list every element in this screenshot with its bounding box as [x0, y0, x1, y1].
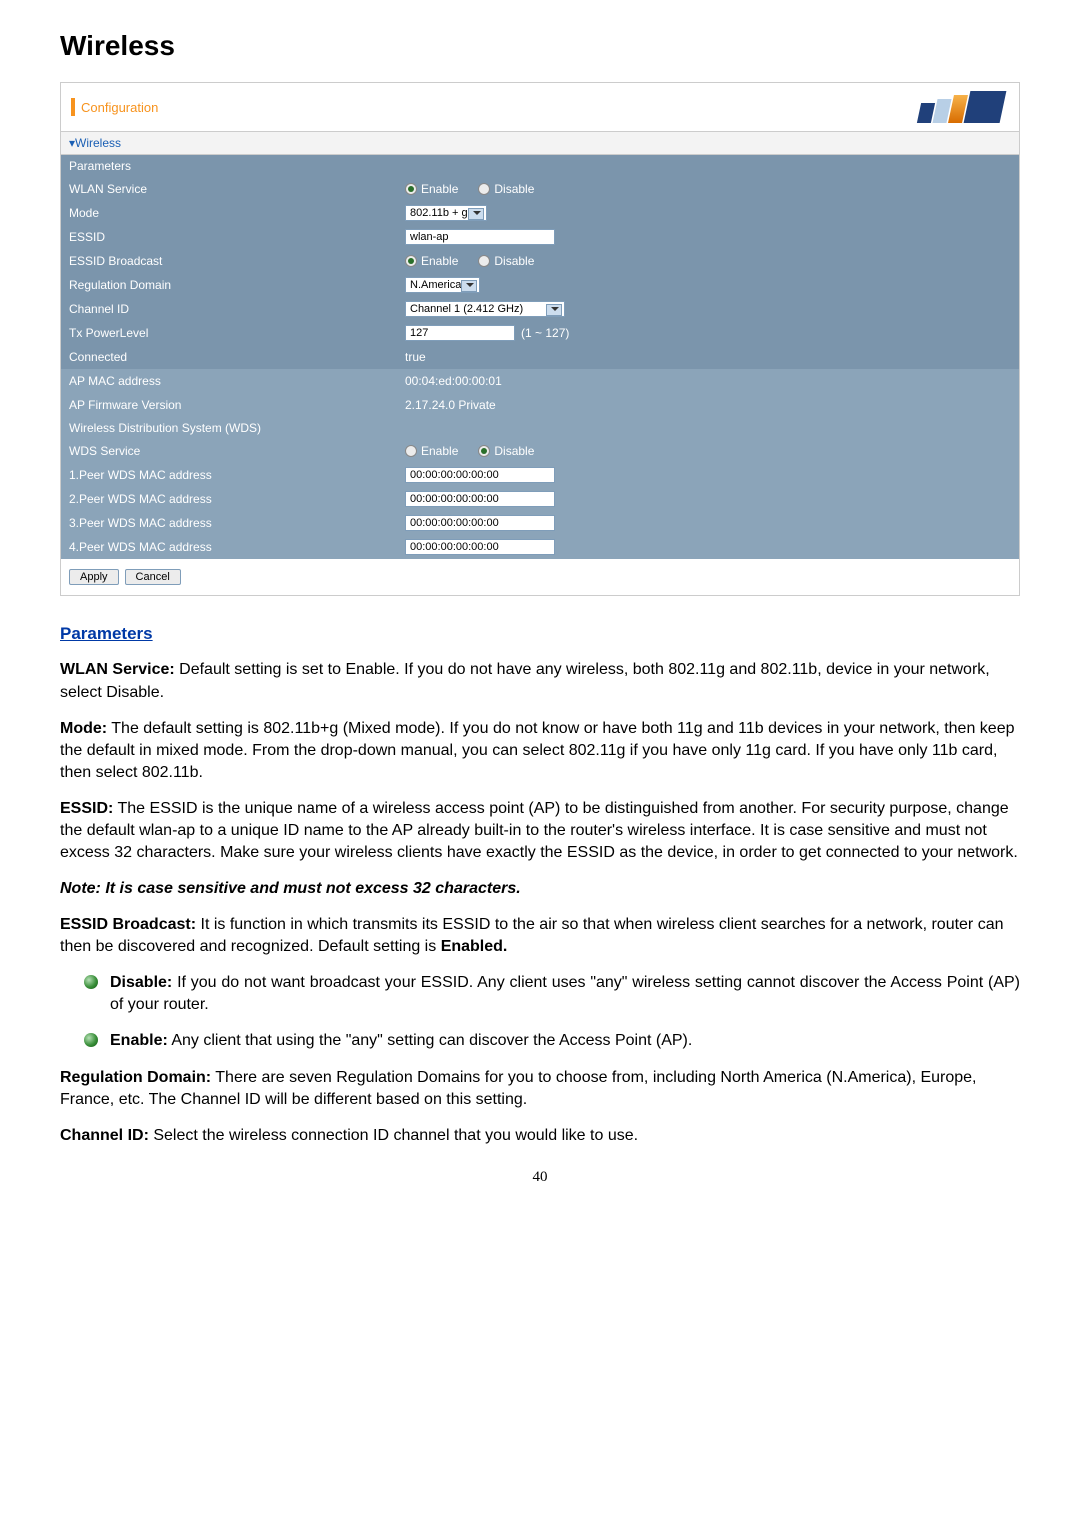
wds-peer1-input[interactable]: 00:00:00:00:00:00 [405, 467, 555, 483]
section-wireless[interactable]: ▾Wireless [61, 132, 1019, 155]
wds-enable[interactable]: Enable [405, 444, 458, 458]
wds-peer3-input[interactable]: 00:00:00:00:00:00 [405, 515, 555, 531]
row-wds-peer3: 3.Peer WDS MAC address 00:00:00:00:00:00 [61, 511, 1019, 535]
label-essid-broadcast: ESSID Broadcast [61, 249, 401, 273]
document-body: Parameters WLAN Service: Default setting… [60, 622, 1020, 1187]
label-essid: ESSID [61, 225, 401, 249]
note-case-sensitive: Note: It is case sensitive and must not … [60, 878, 1020, 900]
brand-logo-icon [919, 91, 1009, 123]
wds-disable[interactable]: Disable [478, 444, 534, 458]
mode-select[interactable]: 802.11b + g [405, 205, 487, 221]
radio-selected-icon [405, 183, 417, 195]
parameters-header: Parameters [61, 155, 1019, 177]
essid-input[interactable]: wlan-ap [405, 229, 555, 245]
reg-domain-select[interactable]: N.America [405, 277, 480, 293]
row-essid-broadcast: ESSID Broadcast Enable Disable [61, 249, 1019, 273]
row-wds-peer4: 4.Peer WDS MAC address 00:00:00:00:00:00 [61, 535, 1019, 559]
wds-peer4-input[interactable]: 00:00:00:00:00:00 [405, 539, 555, 555]
essid-bc-disable[interactable]: Disable [478, 254, 534, 268]
label-wds-peer2: 2.Peer WDS MAC address [61, 487, 401, 511]
para-mode: Mode: The default setting is 802.11b+g (… [60, 718, 1020, 784]
wlan-service-enable[interactable]: Enable [405, 182, 458, 196]
label-mode: Mode [61, 201, 401, 225]
page-number: 40 [60, 1167, 1020, 1188]
label-tx-power: Tx PowerLevel [61, 321, 401, 345]
radio-selected-icon [478, 445, 490, 457]
label-wds-peer1: 1.Peer WDS MAC address [61, 463, 401, 487]
label-channel-id: Channel ID [61, 297, 401, 321]
row-ap-mac: AP MAC address 00:04:ed:00:00:01 [61, 369, 1019, 393]
row-wds-peer1: 1.Peer WDS MAC address 00:00:00:00:00:00 [61, 463, 1019, 487]
row-tx-power: Tx PowerLevel 127 (1 ~ 127) [61, 321, 1019, 345]
para-channel-id: Channel ID: Select the wireless connecti… [60, 1125, 1020, 1147]
bullet-enable: Enable: Any client that using the "any" … [84, 1030, 1020, 1052]
para-reg-domain: Regulation Domain: There are seven Regul… [60, 1067, 1020, 1111]
radio-icon [405, 445, 417, 457]
connected-value: true [405, 350, 426, 364]
row-channel-id: Channel ID Channel 1 (2.412 GHz) [61, 297, 1019, 321]
bullet-icon [84, 975, 98, 989]
row-wlan-service: WLAN Service Enable Disable [61, 177, 1019, 201]
ap-fw-value: 2.17.24.0 Private [405, 398, 496, 412]
wds-peer2-input[interactable]: 00:00:00:00:00:00 [405, 491, 555, 507]
row-wds-service: WDS Service Enable Disable [61, 439, 1019, 463]
panel-header: Configuration [61, 83, 1019, 132]
row-reg-domain: Regulation Domain N.America [61, 273, 1019, 297]
bullet-icon [84, 1033, 98, 1047]
accent-bar-icon [71, 98, 75, 116]
essid-bc-enable[interactable]: Enable [405, 254, 458, 268]
label-ap-mac: AP MAC address [61, 369, 401, 393]
radio-icon [478, 255, 490, 267]
ap-mac-value: 00:04:ed:00:00:01 [405, 374, 502, 388]
cancel-button[interactable]: Cancel [125, 569, 181, 585]
bullet-disable: Disable: If you do not want broadcast yo… [84, 972, 1020, 1016]
label-wds-peer3: 3.Peer WDS MAC address [61, 511, 401, 535]
label-connected: Connected [61, 345, 401, 369]
para-essid-broadcast: ESSID Broadcast: It is function in which… [60, 914, 1020, 958]
apply-button[interactable]: Apply [69, 569, 119, 585]
button-row: Apply Cancel [61, 559, 1019, 595]
config-panel: Configuration ▾Wireless Parameters WLAN … [60, 82, 1020, 596]
wlan-service-disable[interactable]: Disable [478, 182, 534, 196]
label-wds-service: WDS Service [61, 439, 401, 463]
radio-icon [478, 183, 490, 195]
chevron-down-icon [551, 307, 559, 311]
para-essid: ESSID: The ESSID is the unique name of a… [60, 798, 1020, 864]
para-wlan-service: WLAN Service: Default setting is set to … [60, 659, 1020, 703]
chevron-down-icon [473, 211, 481, 215]
page-title: Wireless [60, 30, 1020, 62]
row-essid: ESSID wlan-ap [61, 225, 1019, 249]
row-wds-peer2: 2.Peer WDS MAC address 00:00:00:00:00:00 [61, 487, 1019, 511]
label-reg-domain: Regulation Domain [61, 273, 401, 297]
row-mode: Mode 802.11b + g [61, 201, 1019, 225]
radio-selected-icon [405, 255, 417, 267]
wds-header: Wireless Distribution System (WDS) [61, 417, 1019, 439]
label-wlan-service: WLAN Service [61, 177, 401, 201]
label-wds-peer4: 4.Peer WDS MAC address [61, 535, 401, 559]
row-connected: Connected true [61, 345, 1019, 369]
row-ap-fw: AP Firmware Version 2.17.24.0 Private [61, 393, 1019, 417]
tx-power-hint: (1 ~ 127) [521, 326, 569, 340]
label-ap-fw: AP Firmware Version [61, 393, 401, 417]
chevron-down-icon [466, 283, 474, 287]
tx-power-input[interactable]: 127 [405, 325, 515, 341]
panel-title: Configuration [81, 100, 158, 115]
channel-id-select[interactable]: Channel 1 (2.412 GHz) [405, 301, 565, 317]
parameters-heading: Parameters [60, 622, 1020, 645]
